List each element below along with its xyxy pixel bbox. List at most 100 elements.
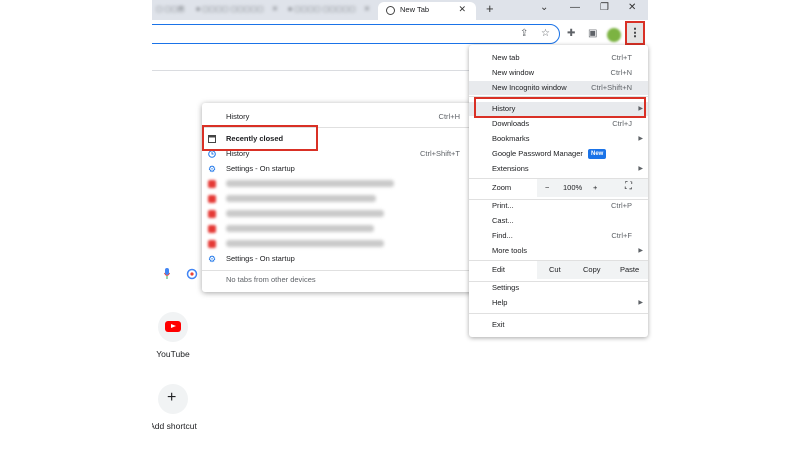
site-icon <box>208 195 216 203</box>
address-bar[interactable] <box>152 24 560 44</box>
blurred-title <box>226 225 374 232</box>
tab-title: New Tab <box>400 5 430 14</box>
share-icon[interactable]: ⇪ <box>520 28 528 39</box>
minimize-icon[interactable]: — <box>570 2 580 13</box>
blurred-title <box>226 240 384 247</box>
site-icon <box>208 210 216 218</box>
side-panel-icon[interactable]: ▣ <box>588 28 597 39</box>
menu-item-settings[interactable]: Settings <box>469 281 648 295</box>
submenu-history-header[interactable]: History Ctrl+H <box>202 110 474 124</box>
divider <box>469 313 648 314</box>
item-label: Find... <box>492 231 513 240</box>
submenu-settings-item[interactable]: ⚙ Settings - On startup <box>202 162 474 176</box>
extensions-icon[interactable]: ✚ <box>567 28 575 39</box>
item-label: Help <box>492 298 508 307</box>
item-shortcut: Ctrl+J <box>612 119 632 128</box>
history-icon <box>208 150 216 158</box>
menu-item-cast[interactable]: Cast... <box>469 214 648 228</box>
menu-item-print[interactable]: Print... Ctrl+P <box>469 199 648 213</box>
zoom-level: 100% <box>563 183 583 192</box>
gear-icon: ⚙ <box>208 164 217 174</box>
menu-item-zoom: Zoom − 100% + ⛶ <box>469 179 648 197</box>
menu-item-bookmarks[interactable]: Bookmarks ▶ <box>469 132 648 146</box>
shortcut-youtube[interactable]: YouTube <box>152 312 203 359</box>
item-label: Extensions <box>492 164 529 173</box>
item-label: No tabs from other devices <box>226 275 316 284</box>
youtube-icon <box>158 312 188 342</box>
menu-item-new-window[interactable]: New window Ctrl+N <box>469 66 648 80</box>
window-close-icon[interactable]: ✕ <box>628 2 636 13</box>
blurred-title <box>226 195 376 202</box>
menu-item-help[interactable]: Help ▶ <box>469 296 648 310</box>
menu-item-find[interactable]: Find... Ctrl+F <box>469 229 648 243</box>
tab-close-1[interactable]: ✕ <box>178 2 184 18</box>
new-tab-button[interactable]: + <box>486 1 494 16</box>
menu-item-exit[interactable]: Exit <box>469 318 648 332</box>
tab-strip: ▢ ▢▢▢ ✕ ● ▢▢▢▢ ▢▢▢▢▢ ✕ ● ▢▢▢▢ ▢▢▢▢▢ ✕ Ne… <box>152 0 648 20</box>
item-label: New Incognito window <box>492 83 567 92</box>
cut-button[interactable]: Cut <box>549 263 561 277</box>
star-icon[interactable]: ☆ <box>541 28 550 39</box>
menu-item-edit: Edit Cut Copy Paste <box>469 261 648 279</box>
menu-item-downloads[interactable]: Downloads Ctrl+J <box>469 117 648 131</box>
recent-tab-blurred[interactable] <box>202 237 474 251</box>
item-label: Cast... <box>492 216 514 225</box>
paste-button[interactable]: Paste <box>620 263 639 277</box>
tab-blurred-3[interactable]: ● ▢▢▢▢ ▢▢▢▢▢ <box>288 2 368 18</box>
item-shortcut: Ctrl+P <box>610 201 632 210</box>
site-icon <box>208 240 216 248</box>
menu-item-extensions[interactable]: Extensions ▶ <box>469 162 648 176</box>
item-label: Downloads <box>492 119 530 128</box>
chevron-down-icon[interactable]: ⌄ <box>540 2 548 13</box>
chrome-icon <box>386 6 395 15</box>
submenu-arrow-icon: ▶ <box>638 300 643 306</box>
item-shortcut: Ctrl+H <box>438 112 460 121</box>
highlight-box-history <box>474 97 646 118</box>
item-label: Exit <box>492 320 505 329</box>
plus-icon: + <box>158 384 188 414</box>
shortcut-add[interactable]: + Add shortcut <box>152 384 203 431</box>
recent-tab-blurred[interactable] <box>202 192 474 206</box>
item-label: Settings <box>492 283 520 292</box>
fullscreen-icon[interactable]: ⛶ <box>625 180 632 194</box>
tab-new-tab[interactable]: New Tab ✕ <box>378 2 476 20</box>
blurred-title <box>226 210 384 217</box>
kebab-menu-button[interactable]: ⋮ <box>625 21 645 45</box>
highlight-box-recently-closed <box>202 125 318 151</box>
submenu-arrow-icon: ▶ <box>638 136 643 142</box>
zoom-in-button[interactable]: + <box>593 181 597 195</box>
submenu-arrow-icon: ▶ <box>638 248 643 254</box>
recent-tab-blurred[interactable] <box>202 177 474 191</box>
shortcut-label: YouTube <box>156 349 190 359</box>
menu-item-new-tab[interactable]: New tab Ctrl+T <box>469 51 648 65</box>
blurred-title <box>226 180 394 187</box>
google-lens-icon[interactable] <box>186 268 198 280</box>
item-label: Print... <box>492 201 514 210</box>
close-icon[interactable]: ✕ <box>458 4 466 15</box>
site-icon <box>208 180 216 188</box>
recent-tab-blurred[interactable] <box>202 207 474 221</box>
recent-tab-blurred[interactable] <box>202 222 474 236</box>
submenu-settings-item[interactable]: ⚙ Settings - On startup <box>202 252 474 266</box>
restore-icon[interactable]: ❐ <box>600 2 609 13</box>
menu-item-more-tools[interactable]: More tools ▶ <box>469 244 648 258</box>
item-label: Edit <box>492 265 505 274</box>
tab-close-3[interactable]: ✕ <box>364 2 370 18</box>
microphone-icon[interactable] <box>164 268 170 280</box>
tab-blurred-2[interactable]: ● ▢▢▢▢ ▢▢▢▢▢ <box>196 2 276 18</box>
item-label: Settings - On startup <box>226 164 295 173</box>
tab-close-2[interactable]: ✕ <box>272 2 278 18</box>
item-shortcut: Ctrl+F <box>611 231 632 240</box>
item-label: History <box>226 112 250 121</box>
menu-item-new-incognito[interactable]: New Incognito window Ctrl+Shift+N <box>469 81 648 95</box>
zoom-out-button[interactable]: − <box>545 181 549 195</box>
item-label: More tools <box>492 246 528 255</box>
item-label: Settings - On startup <box>226 254 295 263</box>
item-label: Zoom <box>492 183 512 192</box>
menu-item-password-manager[interactable]: Google Password Manager New <box>469 147 648 161</box>
profile-avatar[interactable] <box>607 28 621 42</box>
submenu-arrow-icon: ▶ <box>638 166 643 172</box>
item-label: Bookmarks <box>492 134 530 143</box>
shortcut-label: Add shortcut <box>152 421 197 431</box>
copy-button[interactable]: Copy <box>583 263 601 277</box>
